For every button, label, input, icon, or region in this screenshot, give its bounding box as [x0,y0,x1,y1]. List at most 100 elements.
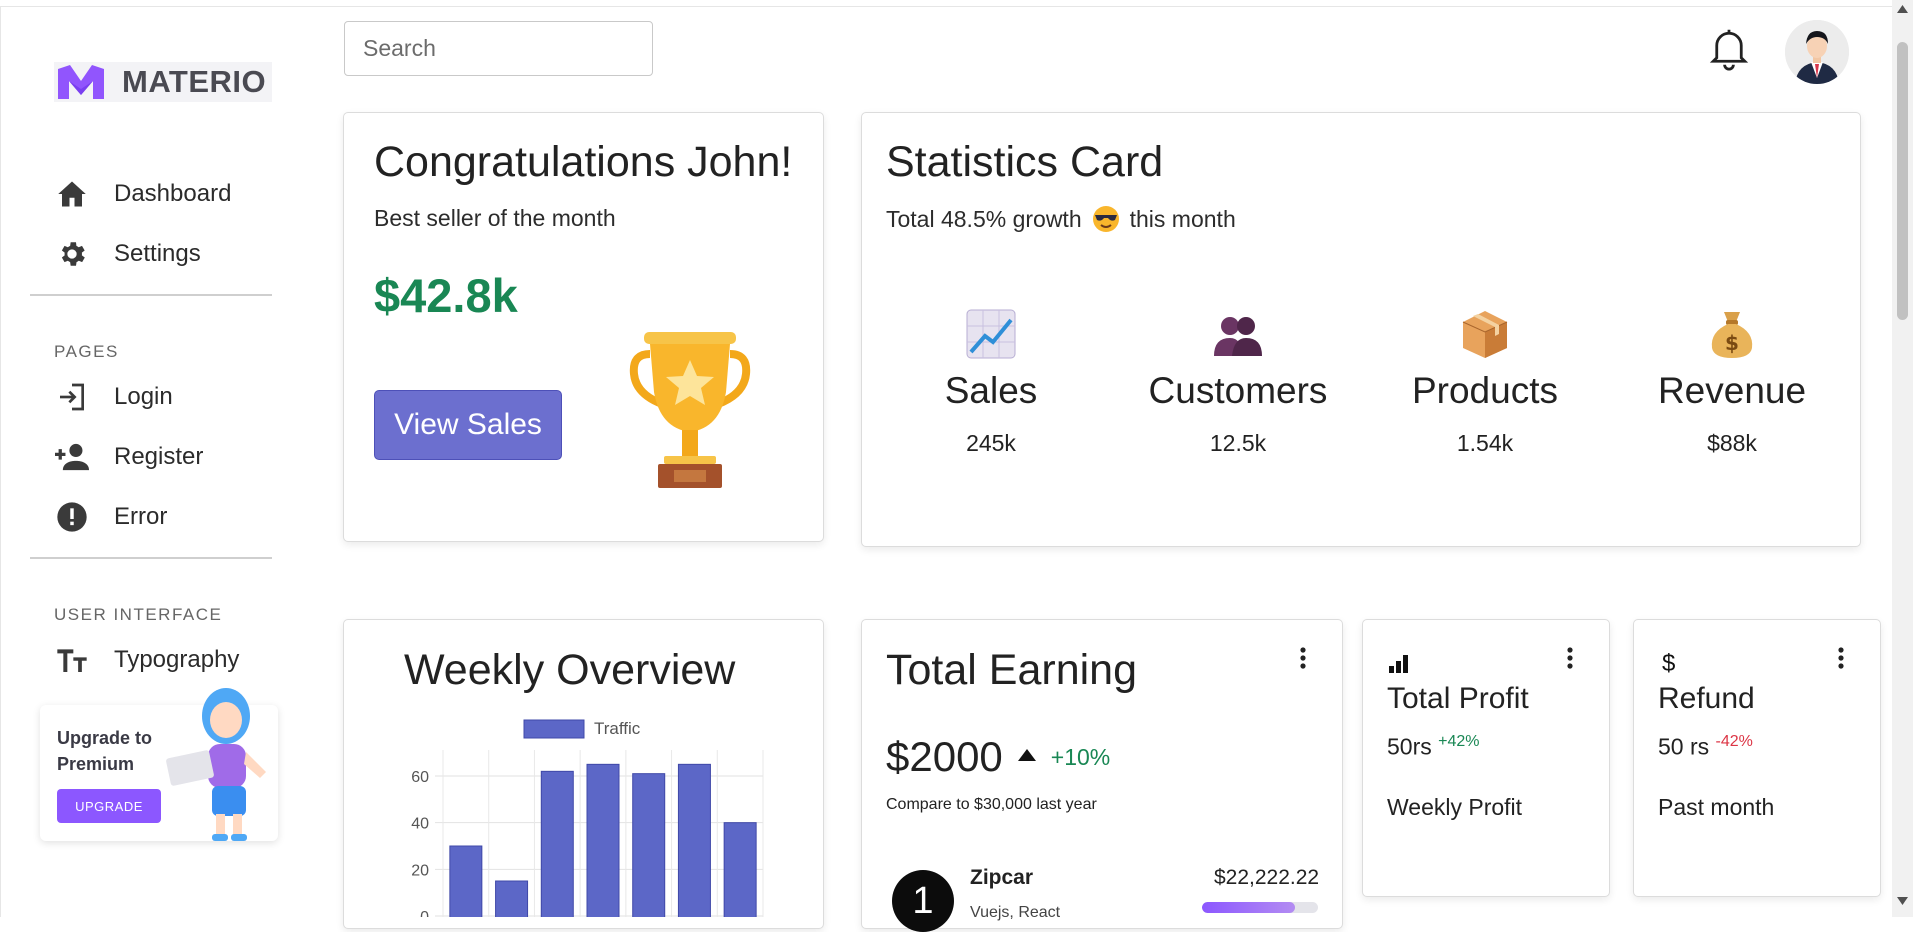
section-label-pages: PAGES [54,342,119,361]
view-sales-button[interactable]: View Sales [374,390,562,460]
brand-name: MATERIO [122,64,267,99]
chart-bar [449,845,483,917]
scrollbar-thumb[interactable] [1897,42,1908,320]
login-icon [54,379,90,415]
sidebar-item-error[interactable]: Error [54,495,167,539]
stat-value: 245k [966,430,1016,456]
earning-item-sub: Vuejs, React [970,904,1061,921]
earning-amount: $2000 [886,733,1003,780]
typography-icon [54,642,90,678]
earning-item-name: Zipcar [970,866,1034,889]
bell-icon[interactable] [1708,26,1750,72]
stat-products: Products 1.54k [1385,308,1585,457]
chart-increasing-icon [966,309,1016,359]
growth-text: Total 48.5% growth [886,205,1082,232]
bar-chart-icon [1388,654,1410,679]
profit-value-row: 50rs +42% [1387,733,1480,761]
sidebar-divider [30,557,272,559]
money-bag-icon: $ [1711,312,1753,358]
earning-item-amount: $22,222.22 [1214,866,1320,889]
more-vertical-icon[interactable] [1565,646,1575,670]
stat-label: Revenue [1657,370,1807,411]
people-icon [1214,317,1262,356]
sidebar-item-register[interactable]: Register [54,435,203,479]
y-tick-label: 60 [411,769,429,786]
refund-value-row: 50 rs -42% [1658,733,1753,761]
statistics-title: Statistics Card [886,138,1164,186]
weekly-title: Weekly Overview [404,646,736,694]
stat-label: Products [1411,370,1558,411]
earning-progress [1202,902,1318,913]
user-avatar-icon [1785,20,1849,84]
sidebar-item-label: Register [114,443,204,470]
legend-swatch [523,719,585,739]
gear-icon [54,236,90,272]
stat-sales: Sales 245k [891,308,1091,457]
earning-title: Total Earning [886,646,1137,694]
sidebar-item-typography[interactable]: Typography [54,638,239,682]
refund-title: Refund [1658,682,1755,715]
more-vertical-icon[interactable] [1298,646,1308,670]
chart-bar [677,763,711,917]
profit-title: Total Profit [1387,682,1529,715]
trophy-icon [629,332,751,488]
stat-label: Sales [944,370,1038,411]
profit-caption: Weekly Profit [1387,794,1523,820]
chart-bar [632,773,666,917]
scroll-up-icon[interactable] [1896,4,1909,14]
y-tick-label: 40 [411,816,429,833]
upgrade-title: Upgrade to Premium [57,728,153,774]
legend-label: Traffic [594,719,641,738]
refund-change: -42% [1715,733,1753,750]
sidebar: MATERIO Dashboard Settings PAGES Login R… [0,0,300,917]
sidebar-divider [30,294,272,296]
brand-logo[interactable]: MATERIO [54,62,272,102]
dollar-icon: $ [1662,650,1676,677]
chart-bar [723,822,757,917]
chart-bar [495,880,529,917]
arrow-up-icon [1017,748,1037,767]
svg-text:$: $ [1725,331,1739,355]
y-tick-label: 0 [420,909,429,917]
congrats-title: Congratulations John! [374,138,793,186]
sidebar-item-label: Login [114,383,173,410]
alert-circle-icon [54,499,90,535]
stat-value: 1.54k [1456,430,1514,456]
earning-compare: Compare to $30,000 last year [886,796,1097,813]
chart-bar [586,763,620,917]
chart-bar [540,770,574,917]
growth-period: this month [1129,205,1236,232]
sidebar-item-settings[interactable]: Settings [54,232,201,276]
package-icon [1462,311,1508,358]
sidebar-item-label: Dashboard [114,180,232,207]
scroll-down-icon[interactable] [1896,896,1909,906]
materio-logo-icon [58,65,104,99]
sidebar-item-label: Settings [114,240,201,267]
earning-change: +10% [1050,743,1111,770]
y-tick-label: 20 [411,862,429,879]
premium-illustration-icon [166,688,266,841]
stat-value: $88k [1707,430,1757,456]
weekly-chart: Traffic 60 40 20 0 [411,719,764,917]
stat-customers: Customers 12.5k [1138,308,1338,457]
person-add-icon [54,439,90,475]
congrats-amount: $42.8k [374,269,518,322]
congrats-subtitle: Best seller of the month [374,205,616,231]
more-vertical-icon[interactable] [1836,646,1846,670]
sidebar-item-login[interactable]: Login [54,375,173,419]
avatar[interactable] [1785,20,1849,84]
refund-caption: Past month [1658,794,1775,820]
stat-revenue: $ Revenue $88k [1632,308,1832,457]
refund-value: 50 rs [1658,733,1710,760]
home-icon [54,176,90,212]
section-label-user-interface: USER INTERFACE [54,605,223,624]
search-input[interactable] [344,21,653,76]
rank-badge: 1 [892,870,954,932]
earning-progress-fill [1202,902,1295,913]
cool-face-icon [1092,206,1119,232]
statistics-growth: Total 48.5% growth this month [886,205,1236,233]
profit-change: +42% [1438,733,1480,750]
stat-label: Customers [1148,370,1328,411]
upgrade-button[interactable]: UPGRADE [57,789,161,823]
sidebar-item-dashboard[interactable]: Dashboard [54,172,231,216]
